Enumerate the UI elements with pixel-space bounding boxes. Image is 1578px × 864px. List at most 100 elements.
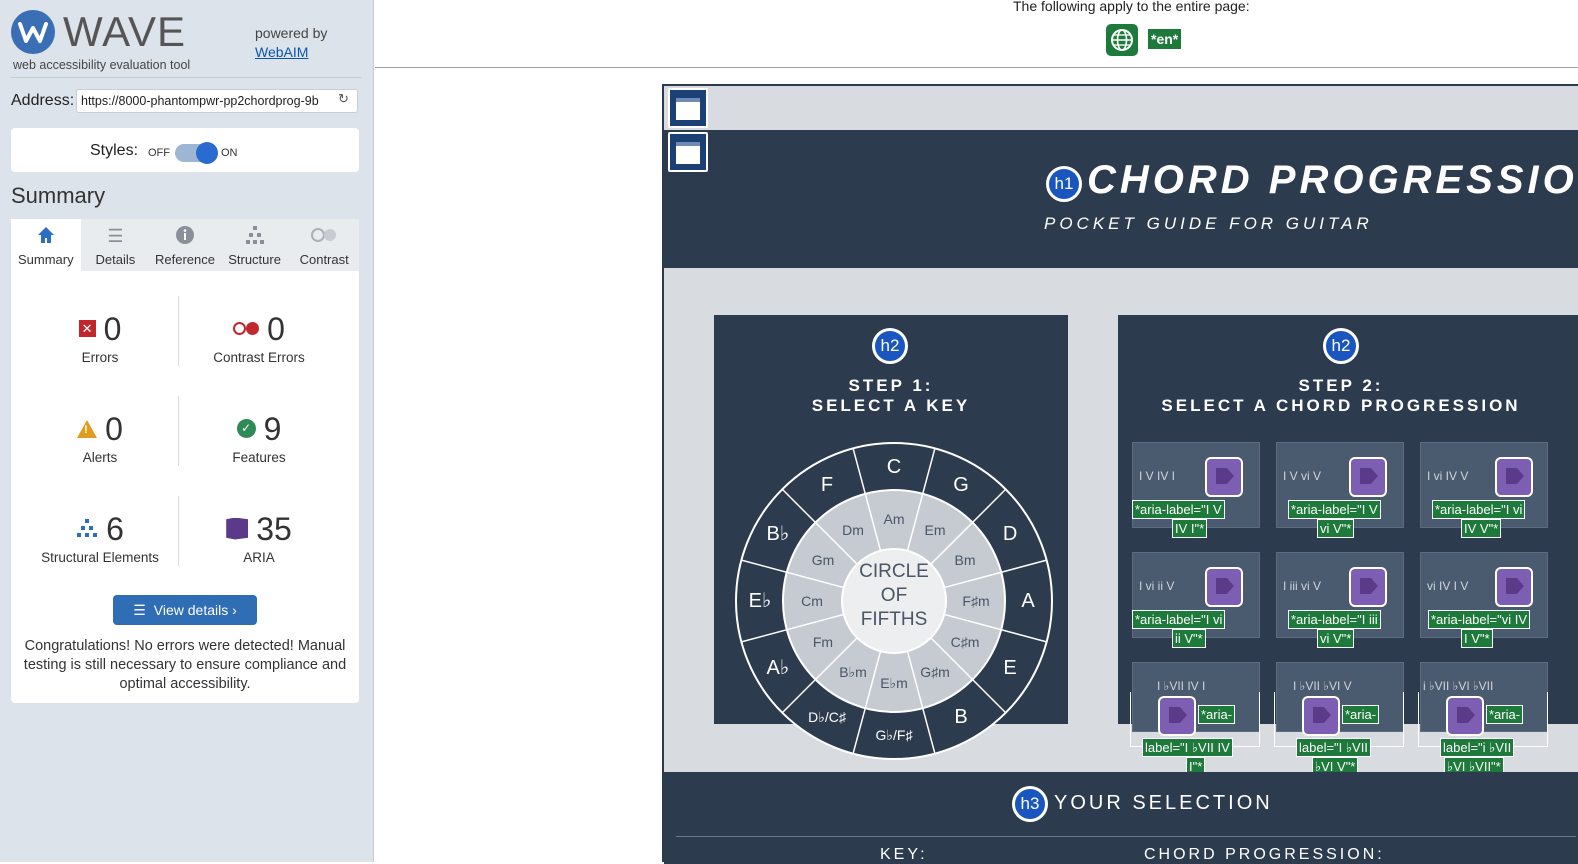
aria-label-badge[interactable]: *aria-label="I iii [1288, 610, 1381, 629]
aria-tag-icon [1205, 567, 1243, 607]
major-key-segment[interactable]: E [1003, 657, 1016, 679]
h1-badge[interactable]: h1 [1046, 166, 1082, 202]
feature-check-icon: ✓ [236, 419, 256, 439]
major-key-segment[interactable]: G [953, 474, 969, 496]
aria-label-text: ARIA [243, 550, 275, 565]
list-icon: ☰ [133, 602, 146, 618]
aria-label-badge[interactable]: *aria- [1198, 705, 1236, 724]
language-badge[interactable]: *en* [1148, 29, 1182, 49]
aria-label-badge[interactable]: vi V"* [1317, 519, 1355, 538]
aria-label-badge[interactable]: *aria- [1342, 705, 1380, 724]
major-key-segment[interactable]: B♭ [767, 523, 790, 545]
progression-numerals: I ♭VII ♭VI V [1293, 679, 1352, 693]
contrast-errors-label: Contrast Errors [213, 350, 305, 365]
main-region-icon[interactable] [668, 132, 708, 172]
page-level-bar: The following apply to the entire page: … [375, 0, 1578, 68]
h2-badge[interactable]: h2 [1323, 328, 1359, 364]
tab-structure[interactable]: Structure [220, 219, 290, 271]
major-key-segment[interactable]: G♭/F♯ [876, 727, 914, 743]
aria-label-badge[interactable]: IV I"* [1172, 519, 1208, 538]
stat-errors[interactable]: ✕ 0 Errors [15, 311, 185, 365]
contrast-error-icon [233, 321, 260, 336]
aria-label-badge[interactable]: *aria-label="I vi [1132, 610, 1226, 629]
wave-logo-icon[interactable] [11, 10, 55, 54]
styles-toggle[interactable] [175, 142, 218, 164]
language-globe-icon[interactable] [1106, 24, 1138, 56]
site-title: CHORD PROGRESSIONS [1087, 158, 1578, 202]
header-region-icon[interactable] [668, 88, 708, 128]
minor-key-segment[interactable]: F♯m [962, 593, 989, 609]
aria-tag-icon [1349, 567, 1387, 607]
stat-contrast-errors[interactable]: 0 Contrast Errors [174, 311, 344, 365]
aria-label-badge[interactable]: label="i ♭VII [1440, 738, 1515, 757]
major-key-segment[interactable]: F [821, 474, 833, 496]
stat-structural[interactable]: 6 Structural Elements [15, 511, 185, 565]
aria-label-badge[interactable]: *aria- [1486, 705, 1524, 724]
aria-label-badge[interactable]: label="I ♭VII [1296, 738, 1371, 757]
aria-label-badge[interactable]: ii V"* [1172, 629, 1206, 648]
progression-numerals: I iii vi V [1283, 579, 1322, 593]
selection-section [664, 772, 1578, 864]
step1-title-line2: SELECT A KEY [811, 396, 971, 415]
minor-key-segment[interactable]: Cm [801, 593, 823, 609]
summary-heading: Summary [11, 183, 106, 208]
tab-contrast-label: Contrast [299, 252, 349, 267]
circle-center-line3: FIFTHS [861, 609, 928, 630]
minor-key-segment[interactable]: Dm [842, 522, 864, 538]
progression-numerals: I V vi V [1283, 469, 1322, 483]
aria-label-badge[interactable]: vi V"* [1317, 629, 1355, 648]
minor-key-segment[interactable]: G♯m [920, 664, 950, 680]
progression-numerals: i ♭VII ♭VI ♭VII [1423, 679, 1494, 693]
minor-key-segment[interactable]: Fm [813, 634, 833, 650]
refresh-icon[interactable]: ↻ [338, 92, 352, 106]
minor-key-segment[interactable]: Em [925, 522, 946, 538]
minor-key-segment[interactable]: E♭m [880, 675, 908, 691]
aria-label-badge[interactable]: *aria-label="I vi [1432, 500, 1526, 519]
tab-contrast[interactable]: Contrast [289, 219, 359, 271]
aria-label-badge[interactable]: IV V"* [1461, 519, 1502, 538]
site-top-strip [664, 86, 1578, 130]
styles-on-label: ON [221, 147, 238, 159]
webaim-link[interactable]: WebAIM [255, 44, 308, 60]
aria-tag-icon [1495, 457, 1533, 497]
major-key-segment[interactable]: A [1021, 590, 1035, 612]
aria-label-badge[interactable]: *aria-label="vi IV [1428, 610, 1531, 629]
major-key-segment[interactable]: D [1003, 523, 1017, 545]
features-label: Features [232, 450, 286, 465]
toggle-knob [196, 142, 218, 164]
selected-progression-label: CHORD PROGRESSION: [1144, 846, 1385, 863]
selection-title: YOUR SELECTION [1054, 792, 1273, 814]
stat-aria[interactable]: 35 ARIA [174, 511, 344, 565]
minor-key-segment[interactable]: C♯m [951, 634, 980, 650]
view-details-button[interactable]: ☰ View details › [113, 595, 257, 625]
selected-key-label: KEY: [880, 846, 928, 863]
major-key-segment[interactable]: A♭ [767, 657, 790, 679]
site-preview: h1 CHORD PROGRESSIONS POCKET GUIDE FOR G… [662, 84, 1578, 864]
styles-off-label: OFF [148, 147, 170, 159]
address-input[interactable]: https://8000-phantompwr-pp2chordprog-9b [76, 89, 358, 113]
tab-summary[interactable]: Summary [11, 219, 81, 271]
tab-details-label: Details [95, 252, 136, 267]
aria-label-badge[interactable]: *aria-label="I V [1288, 500, 1381, 519]
stat-alerts[interactable]: ! 0 Alerts [15, 411, 185, 465]
aria-tag-icon [1349, 457, 1387, 497]
minor-key-segment[interactable]: Am [884, 511, 905, 527]
major-key-segment[interactable]: E♭ [749, 590, 772, 612]
major-key-segment[interactable]: B [954, 706, 967, 728]
aria-label-badge[interactable]: I V"* [1461, 629, 1493, 648]
major-key-segment[interactable]: C [887, 456, 901, 478]
h2-badge[interactable]: h2 [872, 328, 908, 364]
stat-features[interactable]: ✓ 9 Features [174, 411, 344, 465]
h3-badge[interactable]: h3 [1012, 786, 1048, 822]
minor-key-segment[interactable]: Bm [955, 552, 976, 568]
aria-tag-icon [1158, 696, 1196, 736]
minor-key-segment[interactable]: B♭m [839, 664, 867, 680]
tab-details[interactable]: ☰ Details [81, 219, 151, 271]
major-key-segment[interactable]: D♭/C♯ [808, 709, 847, 725]
aria-label-badge[interactable]: *aria-label="I V [1132, 500, 1225, 519]
error-icon: ✕ [78, 320, 96, 338]
circle-of-fifths[interactable]: C G D A E B G♭/F♯ D♭/C♯ A♭ E♭ B♭ F Am Em Bm F♯m C♯mG♯m E… [734, 441, 1054, 761]
aria-label-badge[interactable]: label="I ♭VII IV [1142, 738, 1233, 757]
tab-reference[interactable]: Reference [150, 219, 220, 271]
minor-key-segment[interactable]: Gm [812, 552, 835, 568]
